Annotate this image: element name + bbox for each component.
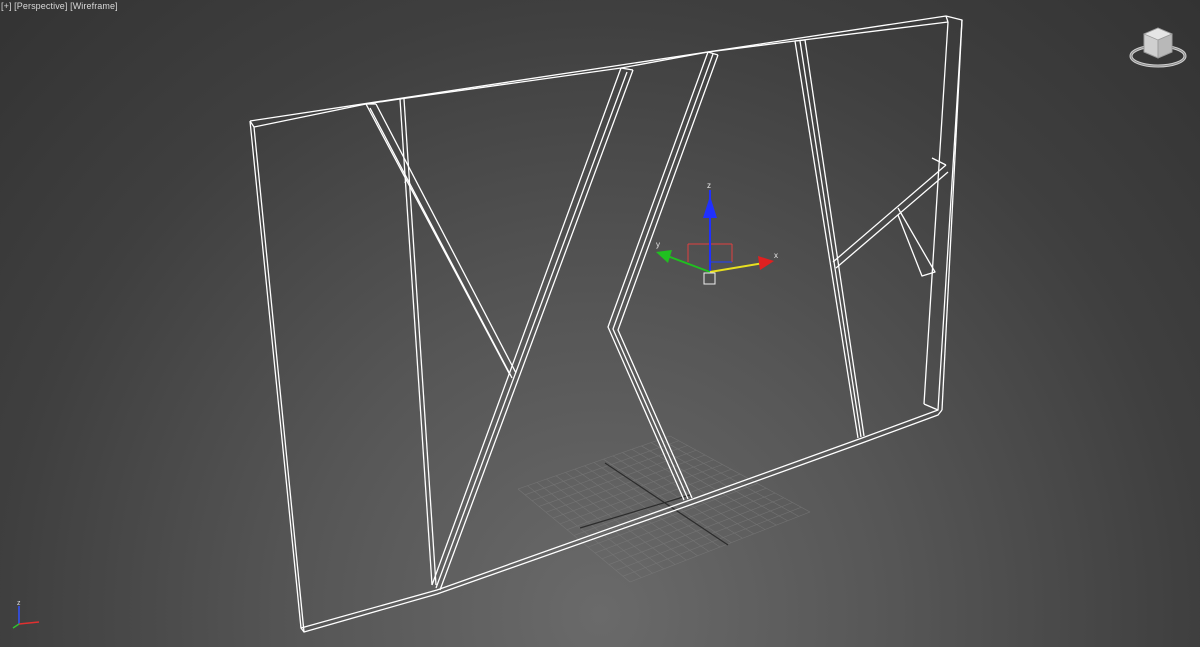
grid-line xyxy=(650,442,788,522)
viewport-label-menu: [+] [Perspective] [Wireframe] xyxy=(1,0,118,12)
seam-main-diagonal xyxy=(431,67,622,586)
viewport-shading-menu[interactable]: [Wireframe] xyxy=(70,1,118,11)
move-gizmo-icon[interactable]: x y z xyxy=(656,181,778,285)
grid-line xyxy=(622,506,802,577)
seam-right-diagonal xyxy=(832,164,947,263)
gizmo-y-label: y xyxy=(656,240,660,249)
grid-line xyxy=(608,497,784,565)
grid-axis-line-a xyxy=(604,462,729,546)
viewport-view-menu[interactable]: [Perspective] xyxy=(14,1,67,11)
gizmo-center-handle[interactable] xyxy=(703,272,716,285)
grid-line xyxy=(660,439,799,517)
scene-canvas: x y z xyxy=(249,15,963,633)
grid-line xyxy=(641,445,777,526)
viewport-general-menu[interactable]: [+] xyxy=(1,1,12,11)
gizmo-z-label: z xyxy=(707,181,711,190)
perspective-viewport[interactable]: [+] [Perspective] [Wireframe] x y z z xyxy=(0,0,1200,647)
viewcube-icon[interactable] xyxy=(1128,20,1188,70)
wall-panel-wireframe[interactable] xyxy=(249,15,963,633)
grid-line xyxy=(631,448,766,530)
grid-line xyxy=(587,483,758,548)
grid-line xyxy=(629,511,811,583)
wall-top-edge xyxy=(253,21,949,128)
gizmo-x-arrow[interactable] xyxy=(758,256,774,270)
gizmo-z-arrow[interactable] xyxy=(703,196,717,218)
tripod-z-label: z xyxy=(17,600,21,607)
grid-line xyxy=(615,502,793,571)
gizmo-x-label: x xyxy=(774,251,778,260)
axis-tripod-icon: z xyxy=(12,600,40,629)
grid-line xyxy=(601,492,776,560)
seam-right-strip xyxy=(794,40,859,439)
seam-left-vertical xyxy=(399,98,433,586)
seam-chevron xyxy=(607,51,709,501)
